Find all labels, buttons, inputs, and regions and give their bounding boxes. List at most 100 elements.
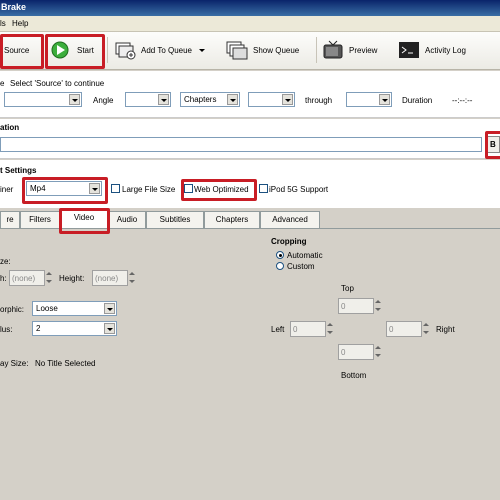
- browse-button[interactable]: B: [487, 136, 500, 153]
- crop-automatic-label: Automatic: [287, 251, 323, 260]
- crop-bottom-input[interactable]: 0: [338, 344, 374, 360]
- chapter-start-dropdown[interactable]: [248, 92, 295, 107]
- anamorphic-dropdown[interactable]: Loose: [32, 301, 117, 316]
- width-value: (none): [12, 274, 36, 283]
- crop-left-stepper[interactable]: [326, 321, 335, 337]
- source-hint: Select 'Source' to continue: [10, 79, 105, 88]
- ipod-support-checkbox[interactable]: [259, 184, 268, 193]
- crop-top-value: 0: [341, 302, 346, 311]
- window-title: Brake: [1, 2, 27, 12]
- tab-chapters[interactable]: Chapters: [204, 211, 260, 228]
- chevron-down-icon: [89, 183, 100, 194]
- show-queue-label: Show Queue: [253, 45, 300, 55]
- start-button[interactable]: Start: [46, 32, 104, 68]
- menu-bar: ls Help: [0, 16, 500, 32]
- preview-button[interactable]: Preview: [318, 32, 390, 68]
- chevron-down-icon: [69, 94, 80, 105]
- crop-bottom-stepper[interactable]: [374, 344, 383, 360]
- ipod-support-label: iPod 5G Support: [269, 185, 329, 194]
- tab-content: ze: h: (none) Height: (none) orphic: Loo…: [0, 228, 500, 500]
- destination-panel: ation B: [0, 119, 500, 159]
- crop-bottom-label: Bottom: [341, 371, 367, 380]
- display-size-value: No Title Selected: [35, 359, 96, 368]
- add-queue-icon: [114, 40, 136, 60]
- toolbar: Source Start Add To Queue Show Queue Pre…: [0, 32, 500, 70]
- web-optimized-label: Web Optimized: [194, 185, 249, 194]
- title-dropdown[interactable]: [4, 92, 82, 107]
- start-label: Start: [77, 45, 94, 55]
- tab-audio[interactable]: Audio: [108, 211, 146, 228]
- width-stepper[interactable]: [45, 270, 54, 286]
- toolbar-separator: [107, 37, 108, 63]
- size-label: ze:: [0, 257, 11, 266]
- queue-icon: [226, 40, 248, 60]
- tab-label: Subtitles: [159, 215, 191, 224]
- play-icon: [50, 40, 72, 60]
- chevron-down-icon: [379, 94, 390, 105]
- chevron-down-icon: [227, 94, 238, 105]
- tab-video[interactable]: Video: [60, 209, 108, 228]
- preview-label: Preview: [349, 45, 378, 55]
- toolbar-separator: [316, 37, 317, 63]
- chapters-mode-dropdown[interactable]: Chapters: [180, 92, 240, 107]
- output-settings-heading: t Settings: [0, 166, 37, 175]
- angle-label: Angle: [93, 96, 114, 105]
- chevron-down-icon: [104, 323, 115, 334]
- large-file-size-label: Large File Size: [122, 185, 176, 194]
- tv-icon: [322, 40, 344, 60]
- tab-filters[interactable]: Filters: [20, 211, 60, 228]
- destination-file-input[interactable]: [0, 137, 482, 152]
- menu-help[interactable]: Help: [12, 19, 28, 28]
- duration-value: --:--:--: [452, 96, 473, 105]
- add-to-queue-button[interactable]: Add To Queue: [110, 32, 218, 68]
- tab-label: Advanced: [272, 215, 308, 224]
- tab-picture[interactable]: re: [0, 211, 20, 228]
- tab-label: Filters: [29, 215, 51, 224]
- tab-advanced[interactable]: Advanced: [260, 211, 320, 228]
- source-label: Source: [4, 45, 30, 55]
- crop-right-input[interactable]: 0: [386, 321, 422, 337]
- crop-custom-radio[interactable]: [276, 262, 284, 270]
- source-prefix-label: e: [0, 79, 5, 88]
- width-input[interactable]: (none): [9, 270, 45, 286]
- crop-right-value: 0: [389, 325, 394, 334]
- tab-label: Chapters: [215, 215, 249, 224]
- chapter-end-dropdown[interactable]: [346, 92, 392, 107]
- crop-automatic-radio[interactable]: [276, 251, 284, 259]
- destination-heading: ation: [0, 123, 20, 132]
- large-file-size-checkbox[interactable]: [111, 184, 120, 193]
- anamorphic-label: orphic:: [0, 305, 25, 314]
- height-stepper[interactable]: [128, 270, 137, 286]
- tab-label: re: [6, 215, 14, 224]
- chevron-down-icon: [282, 94, 293, 105]
- source-button[interactable]: Source: [0, 32, 42, 68]
- crop-left-label: Left: [271, 325, 285, 334]
- crop-top-input[interactable]: 0: [338, 298, 374, 314]
- container-dropdown[interactable]: Mp4: [26, 181, 102, 196]
- crop-top-stepper[interactable]: [374, 298, 383, 314]
- output-settings-panel: t Settings iner Mp4 Large File Size Web …: [0, 160, 500, 208]
- activity-log-button[interactable]: Activity Log: [394, 32, 480, 68]
- tab-subtitles[interactable]: Subtitles: [146, 211, 204, 228]
- chevron-down-icon[interactable]: [199, 48, 206, 52]
- anamorphic-value: Loose: [36, 304, 58, 313]
- source-panel: e Select 'Source' to continue Angle Chap…: [0, 71, 500, 118]
- crop-left-input[interactable]: 0: [290, 321, 326, 337]
- add-to-queue-label: Add To Queue: [141, 45, 193, 55]
- chevron-down-icon: [104, 303, 115, 314]
- display-size-label: ay Size:: [0, 359, 29, 368]
- height-input[interactable]: (none): [92, 270, 128, 286]
- show-queue-button[interactable]: Show Queue: [222, 32, 314, 68]
- modulus-dropdown[interactable]: 2: [32, 321, 117, 336]
- duration-label: Duration: [402, 96, 433, 105]
- chevron-down-icon: [158, 94, 169, 105]
- web-optimized-checkbox[interactable]: [184, 184, 193, 193]
- height-value: (none): [95, 274, 119, 283]
- browse-label: B: [490, 140, 496, 149]
- crop-custom-label: Custom: [287, 262, 315, 271]
- crop-bottom-value: 0: [341, 348, 346, 357]
- crop-right-stepper[interactable]: [422, 321, 431, 337]
- crop-left-value: 0: [293, 325, 298, 334]
- angle-dropdown[interactable]: [125, 92, 171, 107]
- menu-tools[interactable]: ls: [0, 19, 6, 28]
